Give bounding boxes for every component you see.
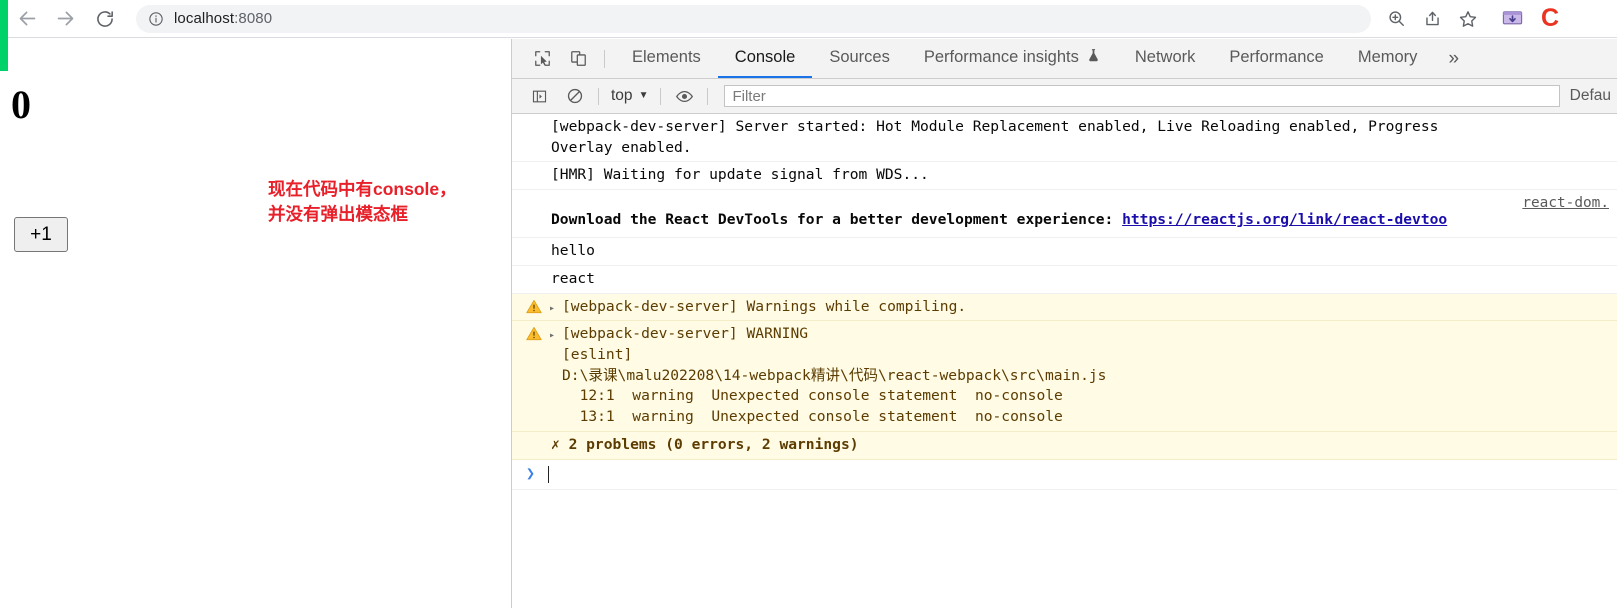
message-text: Download the React DevTools for a better…: [512, 210, 1617, 231]
live-expression-eye-icon[interactable]: [671, 83, 697, 109]
profile-avatar[interactable]: C: [1541, 6, 1559, 31]
message-text: ✗ 2 problems (0 errors, 2 warnings): [551, 435, 859, 453]
devtools-tool-icons: [512, 39, 615, 78]
address-bar[interactable]: localhost:8080: [136, 4, 1371, 33]
browser-toolbar: localhost:8080 C: [0, 0, 1617, 38]
console-message[interactable]: [webpack-dev-server] Server started: Hot…: [512, 114, 1617, 163]
tab-memory-label: Memory: [1357, 48, 1418, 66]
annotation-line-1: 现在代码中有console，: [268, 179, 457, 199]
chevron-down-icon: ▼: [638, 90, 649, 101]
prompt-arrow-icon: ❯: [526, 464, 536, 483]
increment-button[interactable]: +1: [14, 217, 68, 252]
devtools-tabbar: Elements Console Sources Performance ins…: [512, 39, 1617, 79]
console-toolbar-divider-3: [707, 87, 709, 105]
tab-sources-label: Sources: [829, 48, 890, 66]
log-levels-selector[interactable]: Defau: [1570, 87, 1617, 105]
message-text: [HMR] Waiting for update signal from WDS…: [551, 166, 929, 184]
message-text: [webpack-dev-server] WARNING: [562, 325, 809, 343]
tab-memory[interactable]: Memory: [1341, 39, 1435, 78]
eslint-warning-row: 13:1 warning Unexpected console statemen…: [562, 408, 1063, 426]
url-host: localhost: [174, 10, 235, 27]
more-tabs-chevron-icon[interactable]: »: [1434, 39, 1473, 78]
message-text: hello: [551, 242, 595, 260]
prompt-caret: [548, 465, 549, 483]
devtools-panel: Elements Console Sources Performance ins…: [511, 39, 1617, 608]
share-icon[interactable]: [1417, 4, 1447, 34]
tab-performance[interactable]: Performance: [1212, 39, 1340, 78]
page-viewport: 0 +1 现在代码中有console， 并没有弹出模态框: [0, 39, 510, 608]
toolbar-divider: [604, 49, 605, 68]
forward-button[interactable]: [48, 2, 82, 36]
eslint-warning-row: 12:1 warning Unexpected console statemen…: [562, 387, 1063, 405]
console-prompt[interactable]: ❯: [512, 460, 1617, 490]
inspect-element-icon[interactable]: [528, 45, 556, 73]
console-warning-message[interactable]: ▸ [webpack-dev-server] Warnings while co…: [512, 293, 1617, 322]
tab-console[interactable]: Console: [717, 39, 813, 78]
execution-context-selector[interactable]: top ▼: [609, 87, 650, 105]
filter-placeholder: Filter: [732, 87, 766, 105]
info-circle-icon[interactable]: [148, 11, 164, 27]
message-url-link[interactable]: https://reactjs.org/link/react-devtoo: [1122, 211, 1447, 228]
console-message[interactable]: react-dom. Download the React DevTools f…: [512, 190, 1617, 239]
tab-network-label: Network: [1134, 48, 1196, 66]
annotation-text: 现在代码中有console， 并没有弹出模态框: [268, 177, 508, 228]
message-prefix: Download the React DevTools for a better…: [551, 211, 1123, 229]
message-text: react: [551, 269, 595, 287]
console-sidebar-icon[interactable]: [526, 83, 552, 109]
tab-performance-label: Performance: [1229, 48, 1324, 66]
console-message[interactable]: react: [512, 266, 1617, 294]
console-message[interactable]: [HMR] Waiting for update signal from WDS…: [512, 162, 1617, 191]
filter-input[interactable]: Filter: [724, 85, 1560, 107]
eslint-file-path: D:\录课\malu202208\14-webpack精讲\代码\react-w…: [562, 366, 1107, 384]
console-toolbar-divider-2: [660, 87, 662, 105]
flask-icon: [1086, 47, 1101, 68]
zoom-icon[interactable]: [1381, 4, 1411, 34]
message-text: [webpack-dev-server] Warnings while comp…: [562, 297, 967, 315]
tab-network[interactable]: Network: [1118, 39, 1213, 78]
bookmark-star-icon[interactable]: [1453, 4, 1483, 34]
console-warning-summary[interactable]: ✗ 2 problems (0 errors, 2 warnings): [512, 431, 1617, 460]
console-toolbar-divider-1: [598, 87, 599, 105]
warning-triangle-icon: [526, 326, 542, 341]
console-message[interactable]: hello: [512, 238, 1617, 266]
install-app-icon[interactable]: [1497, 4, 1527, 34]
toolbar-right-icons: C: [1375, 4, 1559, 34]
tab-elements[interactable]: Elements: [615, 39, 718, 78]
accent-stripe: [0, 0, 8, 71]
source-link[interactable]: react-dom.: [1522, 193, 1609, 213]
tab-sources[interactable]: Sources: [812, 39, 907, 78]
browser-window: localhost:8080 C 0 +1 现在代码中有console， 并没有…: [0, 0, 1617, 608]
console-toolbar: top ▼ Filter Defau: [512, 79, 1617, 114]
annotation-line-2: 并没有弹出模态框: [268, 204, 408, 225]
tab-performance-insights-label: Performance insights: [923, 48, 1079, 66]
tab-console-label: Console: [734, 48, 796, 66]
tab-performance-insights[interactable]: Performance insights: [907, 39, 1118, 78]
address-bar-text: localhost:8080: [174, 10, 272, 27]
execution-context-label: top: [611, 87, 633, 104]
tab-elements-label: Elements: [632, 48, 701, 66]
device-toolbar-icon[interactable]: [564, 45, 592, 73]
clear-console-icon[interactable]: [562, 83, 588, 109]
message-text-wrap: Overlay enabled.: [551, 138, 692, 156]
warning-triangle-icon: [526, 299, 542, 314]
message-text: [webpack-dev-server] Server started: Hot…: [551, 118, 1439, 135]
url-port: :8080: [234, 10, 273, 27]
expand-arrow-icon[interactable]: ▸: [549, 329, 555, 343]
reload-button[interactable]: [88, 2, 122, 36]
eslint-header: [eslint]: [562, 346, 633, 364]
counter-value: 0: [11, 82, 31, 127]
expand-arrow-icon[interactable]: ▸: [549, 302, 555, 316]
devtools-tabs: Elements Console Sources Performance ins…: [615, 39, 1473, 78]
console-warning-message[interactable]: ▸ [webpack-dev-server] WARNING [eslint] …: [512, 321, 1617, 432]
console-message-list[interactable]: [webpack-dev-server] Server started: Hot…: [512, 114, 1617, 608]
back-button[interactable]: [10, 2, 44, 36]
